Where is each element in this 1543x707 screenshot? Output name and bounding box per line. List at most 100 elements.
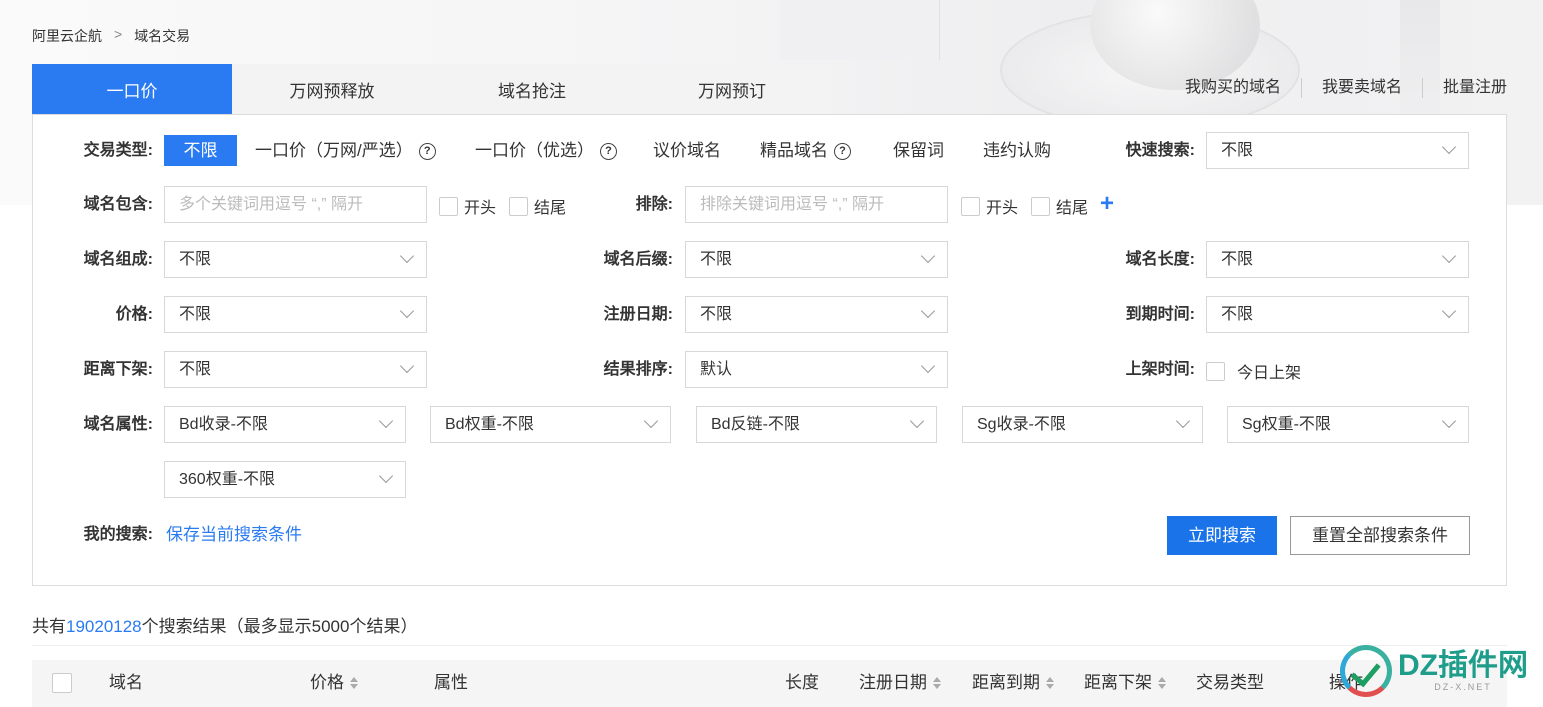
attrs-label: 域名属性:: [83, 416, 153, 433]
trade-type-option[interactable]: 一口价（优选）?: [475, 141, 617, 161]
watermark-sub: DZ-X.NET: [1434, 682, 1492, 692]
sort-icon[interactable]: [350, 677, 358, 689]
sort-select[interactable]: 默认: [685, 351, 948, 388]
breadcrumb-separator: >: [114, 26, 123, 42]
trade-type-label: 交易类型:: [83, 142, 153, 159]
select-all-checkbox[interactable]: [52, 673, 72, 693]
col-attributes: 属性: [434, 673, 468, 692]
reset-button[interactable]: 重置全部搜索条件: [1290, 516, 1470, 555]
link-sell-domain[interactable]: 我要卖域名: [1300, 78, 1422, 98]
today-onshelf-checkbox[interactable]: 今日上架: [1206, 359, 1301, 383]
360-weight-select[interactable]: 360权重-不限: [164, 461, 406, 498]
checkbox[interactable]: [509, 196, 528, 216]
contains-label: 域名包含:: [83, 196, 153, 213]
checkbox[interactable]: [961, 196, 980, 216]
checkmark-logo-icon: [1340, 645, 1392, 697]
col-offshelf[interactable]: 距离下架: [1084, 673, 1166, 693]
sort-icon[interactable]: [933, 677, 941, 689]
col-reg-date[interactable]: 注册日期: [859, 673, 941, 693]
bd-backlink-select[interactable]: Bd反链-不限: [696, 406, 937, 443]
composition-select[interactable]: 不限: [164, 241, 427, 278]
chevron-down-icon: [399, 303, 415, 319]
checkbox[interactable]: [1206, 361, 1225, 381]
expire-label: 到期时间:: [1125, 306, 1195, 323]
save-search-link[interactable]: 保存当前搜索条件: [166, 525, 302, 545]
offshelf-select[interactable]: 不限: [164, 351, 427, 388]
trade-type-option[interactable]: 精品域名?: [760, 141, 851, 161]
sg-index-select[interactable]: Sg收录-不限: [962, 406, 1203, 443]
bd-weight-select[interactable]: Bd权重-不限: [430, 406, 671, 443]
onshelf-label: 上架时间:: [1125, 361, 1195, 378]
length-label: 域名长度:: [1125, 251, 1195, 268]
exclude-end-checkbox[interactable]: 结尾: [1031, 194, 1088, 218]
reg-date-select[interactable]: 不限: [685, 296, 948, 333]
banner-decoration: [780, 0, 940, 60]
chevron-down-icon: [1441, 413, 1457, 429]
help-icon[interactable]: ?: [600, 142, 617, 160]
exclude-input[interactable]: 排除关键词用逗号 “,” 隔开: [685, 186, 948, 223]
tab-pre-release[interactable]: 万网预释放: [232, 64, 432, 114]
checkbox[interactable]: [1031, 196, 1050, 216]
chevron-down-icon: [378, 468, 394, 484]
breadcrumb: 阿里云企航 > 域名交易: [32, 26, 190, 46]
col-domain: 域名: [109, 673, 143, 692]
col-price[interactable]: 价格: [310, 673, 358, 693]
tab-bar: 一口价 万网预释放 域名抢注 万网预订: [32, 64, 832, 114]
result-count: 共有19020128个搜索结果（最多显示5000个结果）: [32, 617, 418, 636]
price-label: 价格:: [115, 306, 153, 323]
trade-type-option[interactable]: 一口价（万网/严选）?: [255, 141, 436, 161]
top-links: 我购买的域名 我要卖域名 批量注册: [1165, 78, 1507, 98]
breadcrumb-home[interactable]: 阿里云企航: [32, 26, 102, 46]
sort-icon[interactable]: [1158, 677, 1166, 689]
length-select[interactable]: 不限: [1206, 241, 1469, 278]
chevron-down-icon: [920, 303, 936, 319]
chevron-down-icon: [643, 413, 659, 429]
chevron-down-icon: [920, 358, 936, 374]
exclude-start-checkbox[interactable]: 开头: [961, 194, 1018, 218]
chevron-down-icon: [909, 413, 925, 429]
my-search-label: 我的搜索:: [83, 526, 153, 543]
help-icon[interactable]: ?: [418, 142, 436, 160]
chevron-down-icon: [920, 248, 936, 264]
contains-input[interactable]: 多个关键词用逗号 “,” 隔开: [164, 186, 427, 223]
filter-panel: 交易类型: 不限 一口价（万网/严选）? 一口价（优选）? 议价域名 精品域名?…: [32, 114, 1507, 586]
quick-search-select[interactable]: 不限: [1206, 132, 1469, 169]
col-expire[interactable]: 距离到期: [972, 673, 1054, 693]
contains-start-checkbox[interactable]: 开头: [439, 194, 496, 218]
col-trade-type: 交易类型: [1196, 673, 1264, 692]
search-button[interactable]: 立即搜索: [1167, 516, 1277, 555]
suffix-select[interactable]: 不限: [685, 241, 948, 278]
price-select[interactable]: 不限: [164, 296, 427, 333]
trade-type-option[interactable]: 违约认购: [983, 141, 1051, 161]
link-bulk-register[interactable]: 批量注册: [1421, 78, 1507, 98]
breadcrumb-current[interactable]: 域名交易: [134, 26, 190, 46]
quick-search-label: 快速搜索:: [1125, 142, 1195, 159]
chevron-down-icon: [1441, 303, 1457, 319]
tab-fixed-price[interactable]: 一口价: [32, 64, 232, 114]
chevron-down-icon: [1175, 413, 1191, 429]
composition-label: 域名组成:: [83, 251, 153, 268]
add-icon[interactable]: +: [1100, 192, 1114, 216]
watermark: DZ插件网 DZ-X.NET: [1340, 640, 1530, 702]
trade-type-unlimited[interactable]: 不限: [164, 135, 237, 166]
trade-type-option[interactable]: 保留词: [893, 141, 944, 161]
sort-icon[interactable]: [1046, 677, 1054, 689]
chevron-down-icon: [1441, 139, 1457, 155]
trade-type-option[interactable]: 议价域名: [653, 141, 721, 161]
help-icon[interactable]: ?: [834, 142, 851, 160]
link-my-purchased[interactable]: 我购买的域名: [1165, 78, 1301, 98]
checkbox[interactable]: [439, 196, 458, 216]
tab-backorder[interactable]: 域名抢注: [432, 64, 632, 114]
chevron-down-icon: [399, 248, 415, 264]
sg-weight-select[interactable]: Sg权重-不限: [1227, 406, 1469, 443]
chevron-down-icon: [1441, 248, 1457, 264]
bd-index-select[interactable]: Bd收录-不限: [164, 406, 406, 443]
suffix-label: 域名后缀:: [603, 251, 673, 268]
chevron-down-icon: [378, 413, 394, 429]
expire-select[interactable]: 不限: [1206, 296, 1469, 333]
chevron-down-icon: [399, 358, 415, 374]
col-length: 长度: [785, 673, 819, 692]
tab-reserve[interactable]: 万网预订: [632, 64, 832, 114]
watermark-title: DZ插件网: [1398, 649, 1528, 682]
result-number: 19020128: [66, 617, 142, 636]
